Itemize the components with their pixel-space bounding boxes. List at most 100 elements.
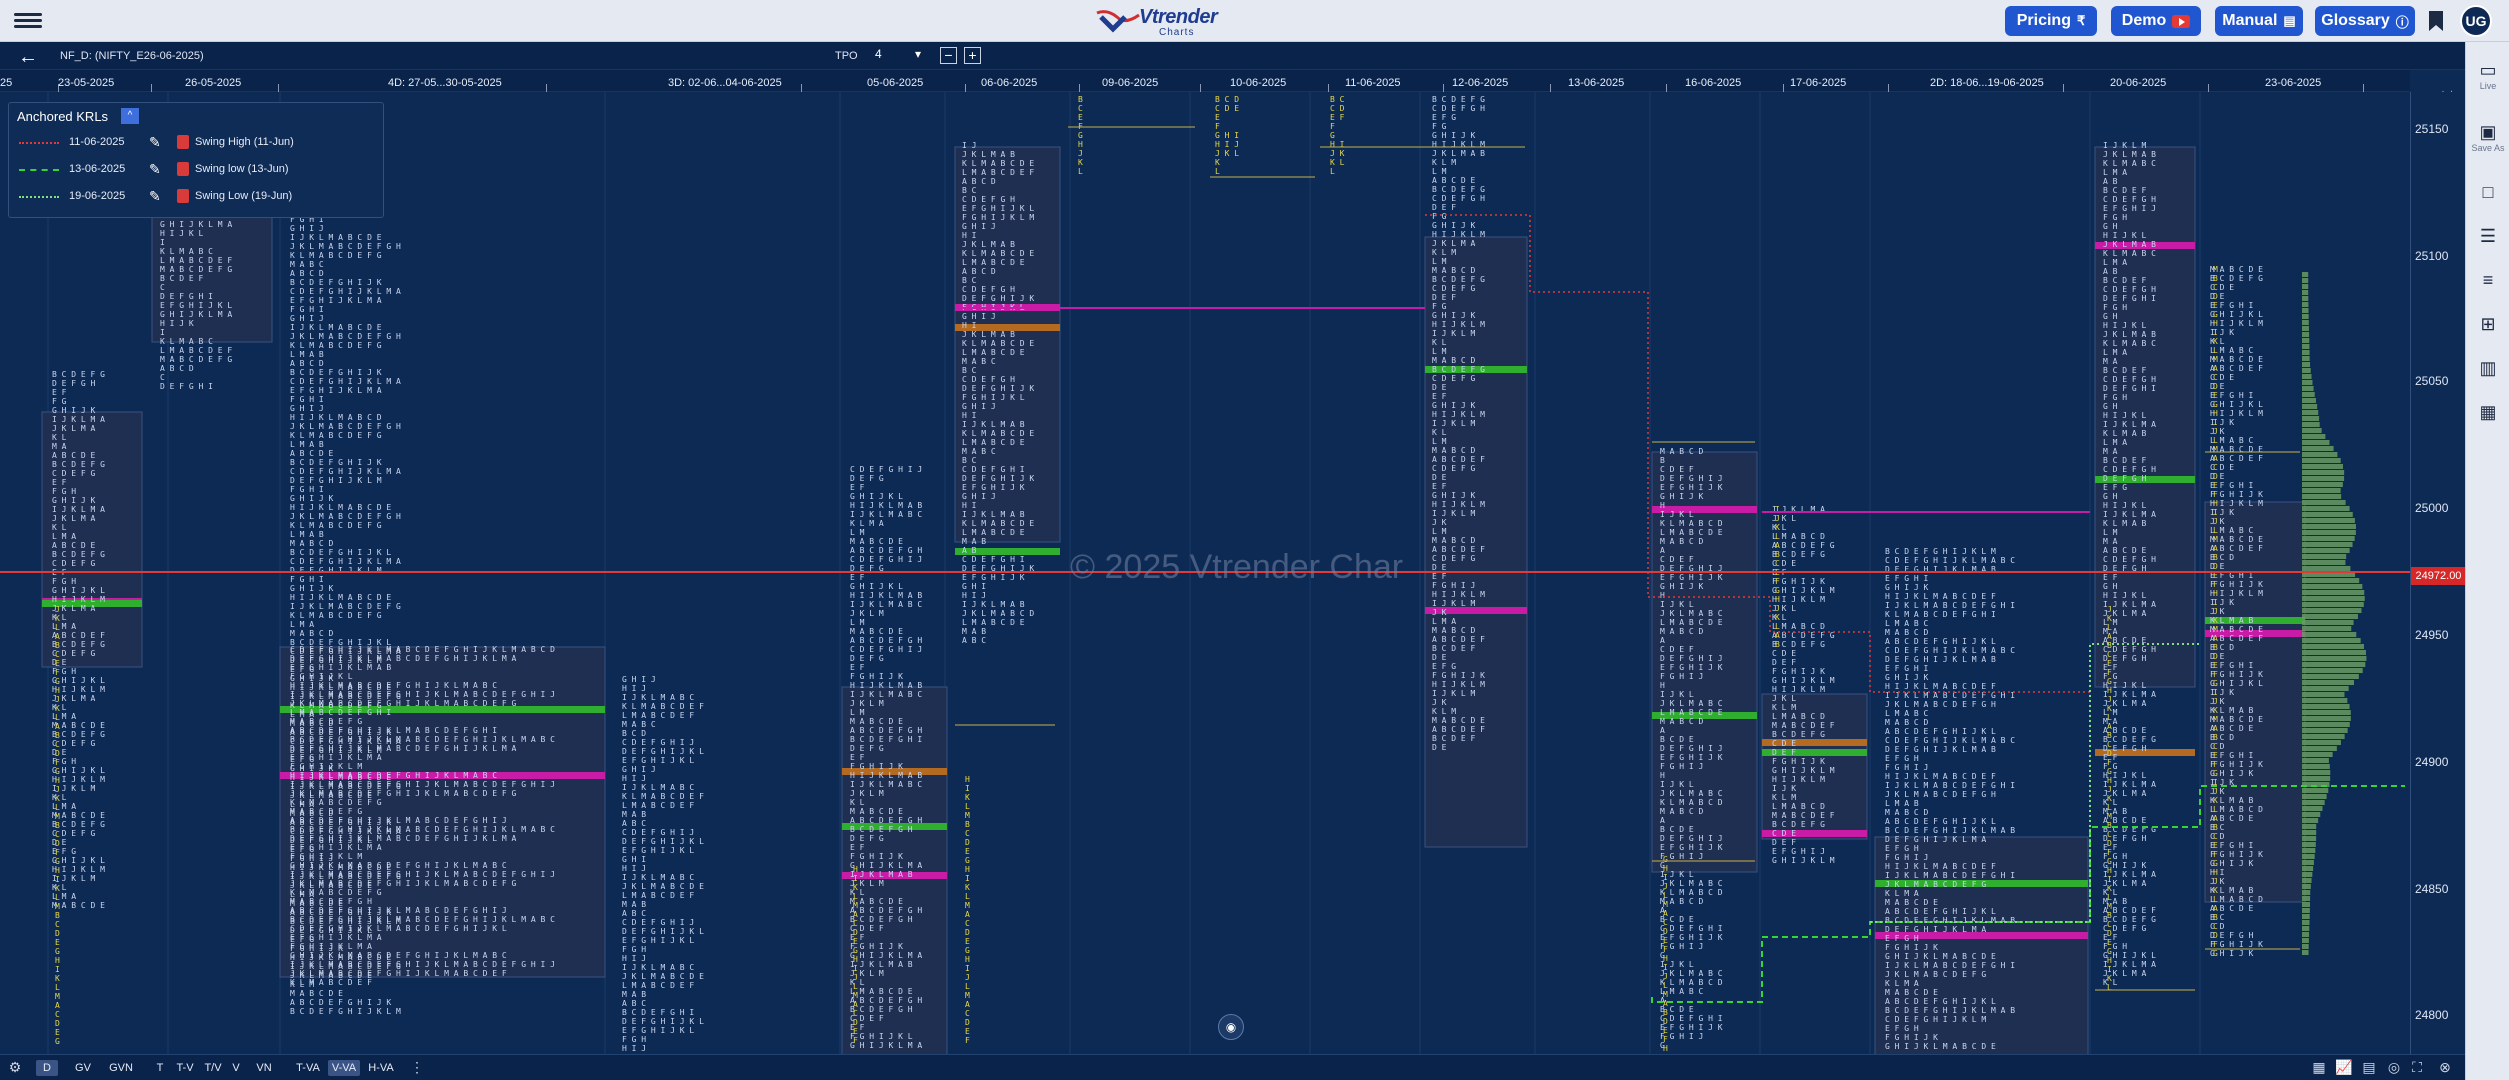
tpo-letters: I J K L M A B C D E F G [290, 602, 401, 611]
mode-h-va-button[interactable]: H-VA [364, 1060, 398, 1076]
camera-icon[interactable]: ◎ [2385, 1059, 2403, 1077]
zoom-in-button[interactable]: + [964, 47, 981, 64]
tpo-letters: H [55, 866, 60, 875]
mode-t-button[interactable]: T [152, 1060, 168, 1076]
square-icon: □ [2482, 182, 2494, 202]
tpo-letters: J [2107, 605, 2112, 614]
tpo-letters: E F G H I J K L [622, 936, 694, 945]
volume-bar [2302, 914, 2310, 919]
zoom-out-button[interactable]: − [940, 47, 957, 64]
layout-grid-button[interactable]: ⊞ [2466, 314, 2509, 335]
tpo-letters: I J K L M A B C [850, 600, 922, 609]
edit-pencil-icon[interactable]: ✎ [149, 161, 161, 178]
tpo-letters: E [2213, 391, 2218, 400]
volume-bar [2302, 416, 2320, 421]
line-chart-icon[interactable]: 📈 [2335, 1059, 2353, 1077]
bookmark-icon[interactable] [2427, 10, 2445, 32]
tpo-letters: D E F G H I J [1660, 654, 1723, 663]
tpo-letters: J [1775, 604, 1780, 613]
tpo-letters: H [55, 776, 60, 785]
mode-d-button[interactable]: D [36, 1060, 58, 1076]
mode-gvn-button[interactable]: GVN [104, 1060, 138, 1076]
tpo-letters: H I J [622, 684, 646, 693]
layout-columns-button[interactable]: ▥ [2466, 358, 2509, 379]
tpo-letters: F [2213, 760, 2218, 769]
tpo-letters: C [2213, 463, 2218, 472]
tpo-letters: K [2107, 974, 2112, 983]
tpo-letters: C [2213, 373, 2218, 382]
mode-v-va-button[interactable]: V-VA [328, 1060, 360, 1076]
krl-line-swatch [19, 142, 59, 144]
mode-gv-button[interactable]: GV [70, 1060, 96, 1076]
tpo-letters: G H I J K L M [1772, 766, 1835, 775]
layout-rows-button[interactable]: ≡ [2466, 270, 2509, 291]
edit-pencil-icon[interactable]: ✎ [149, 134, 161, 151]
hamburger-menu-icon[interactable] [14, 10, 42, 32]
manual-button[interactable]: Manual ▤ [2215, 6, 2303, 36]
live-button[interactable]: ▭ Live [2466, 60, 2509, 91]
tpo-letters: I [2107, 875, 2112, 884]
tpo-letters: A B C D E F G H [850, 906, 922, 915]
tpo-letters: J [2213, 697, 2218, 706]
tpo-letters: C [55, 650, 60, 659]
tpo-letters: D E F G H I J K L [622, 927, 704, 936]
tpo-letters: D E [1432, 743, 1447, 752]
more-options-icon[interactable]: ⋮ [408, 1059, 426, 1077]
tpo-letters: D E F [1432, 203, 1456, 212]
layout-apps-button[interactable]: ▦ [2466, 402, 2509, 423]
tpo-letters: H I J K L M A B C D E F G H I J K L M A … [290, 771, 497, 780]
tpo-letters: F G H I [290, 575, 324, 584]
tpo-letters: B [2107, 911, 2112, 920]
tpo-letters: M A B C D [1432, 266, 1476, 275]
tpo-letters: J K L M A B C D E F G H I J K L M A B C … [290, 969, 507, 978]
mode-v-button[interactable]: V [228, 1060, 244, 1076]
volume-bar [2302, 422, 2320, 427]
save-as-button[interactable]: ▣ Save As [2466, 122, 2509, 153]
logo-text: Vtrender [1139, 6, 1218, 28]
tpo-letters: B C D E F [2103, 366, 2147, 375]
collapse-toggle-icon[interactable]: ^ [121, 108, 139, 124]
demo-button[interactable]: Demo [2111, 6, 2201, 36]
pricing-button[interactable]: Pricing ₹ [2005, 6, 2097, 36]
layout-single-button[interactable]: □ [2466, 182, 2509, 203]
tpo-letters: K L M A B C D E F [622, 792, 704, 801]
tpo-letters: B C D E F G H I J K L M A B C D E F G H … [290, 915, 555, 924]
back-arrow-icon[interactable]: ← [18, 46, 38, 69]
tpo-size-select[interactable]: 4 [875, 47, 925, 65]
delete-trash-icon[interactable] [177, 162, 189, 176]
edit-pencil-icon[interactable]: ✎ [149, 188, 161, 205]
tpo-letters: C D E F G [52, 559, 96, 568]
layout-list-button[interactable]: ☰ [2466, 226, 2509, 247]
mode-t-slash-v-button[interactable]: T/V [200, 1060, 226, 1076]
tpo-letters: B [2213, 913, 2218, 922]
tpo-letters: A [2213, 904, 2218, 913]
vtrender-logo[interactable]: Vtrender Charts [1095, 3, 1218, 39]
tpo-letters: I J [962, 141, 976, 150]
mode-t-va-button[interactable]: T-VA [292, 1060, 324, 1076]
delete-trash-icon[interactable] [177, 189, 189, 203]
tpo-letters: J K L M A B C D E F G H [290, 242, 401, 251]
tpo-letters: M [965, 991, 970, 1000]
tpo-letters: K L M A B C D E F [290, 978, 372, 987]
mode-vn-button[interactable]: VN [252, 1060, 276, 1076]
tpo-letters: E F G H I J K [1660, 483, 1723, 492]
tpo-letters: F [2213, 670, 2218, 679]
image-export-icon[interactable]: ▤ [2360, 1059, 2378, 1077]
mode-t-v-button[interactable]: T-V [172, 1060, 198, 1076]
tpo-letters: A B C D E F G H I J K L M A B C D E F G … [290, 816, 507, 825]
delete-trash-icon[interactable] [177, 135, 189, 149]
tpo-letters: G H I J K [290, 584, 334, 593]
tpo-letters: C D E [1772, 649, 1796, 658]
glossary-button[interactable]: Glossary ⓘ [2315, 6, 2415, 36]
screenshot-camera-icon[interactable]: ◉ [1218, 1014, 1244, 1040]
table-view-icon[interactable]: ▦ [2310, 1059, 2328, 1077]
settings-gear-icon[interactable]: ⚙ [6, 1059, 24, 1077]
close-x-icon[interactable]: ⊗ [2436, 1059, 2454, 1077]
tpo-letters: G H I J [290, 404, 324, 413]
fullscreen-icon[interactable]: ⛶ [2408, 1059, 2426, 1077]
tpo-letters: B C D E F G H [850, 915, 913, 924]
tpo-letters: H [1660, 591, 1665, 600]
user-avatar[interactable]: UG [2460, 5, 2492, 37]
tpo-letters: K L M A B C D E [962, 519, 1034, 528]
tpo-letters: D E [1432, 473, 1447, 482]
